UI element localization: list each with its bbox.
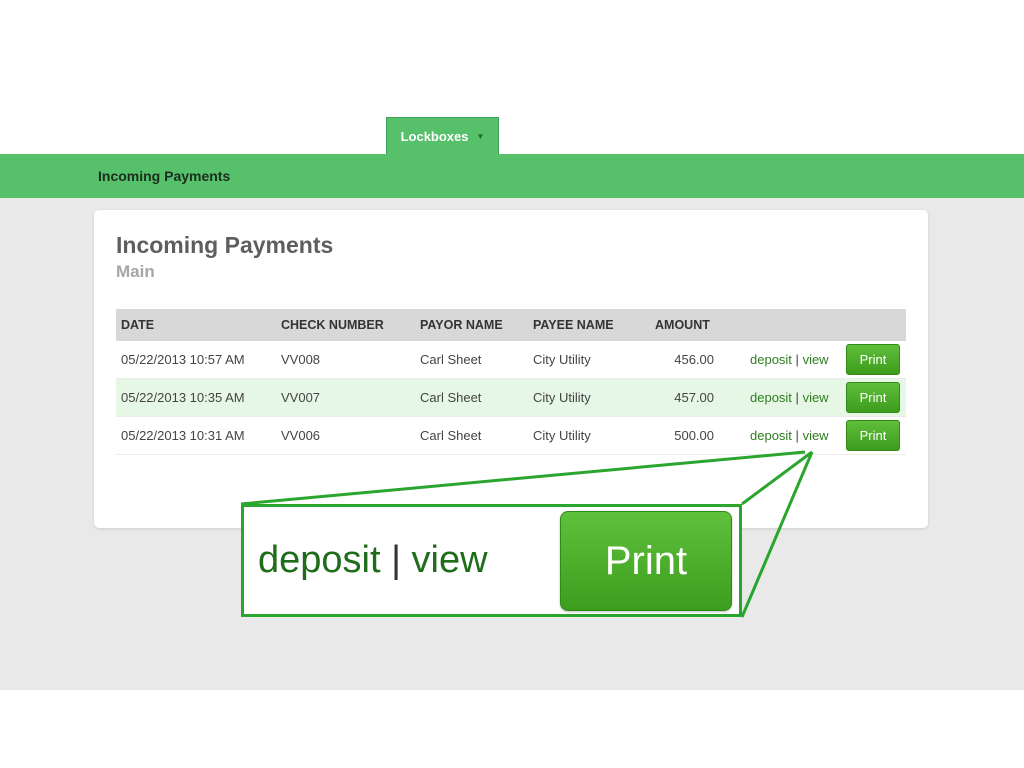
cell-date: 05/22/2013 10:31 AM xyxy=(121,428,245,443)
header-date[interactable]: DATE xyxy=(121,318,154,332)
page-subtitle: Main xyxy=(116,262,155,281)
action-separator: | xyxy=(795,352,799,367)
cell-payee-name: City Utility xyxy=(533,390,591,405)
header-amount[interactable]: AMOUNT xyxy=(655,318,710,332)
action-separator: | xyxy=(795,390,799,405)
zoom-callout: deposit | view Print xyxy=(241,504,742,617)
table-row: 05/22/2013 10:57 AM VV008 Carl Sheet Cit… xyxy=(116,341,906,379)
view-link[interactable]: view xyxy=(803,390,829,405)
bottom-margin xyxy=(0,690,1024,768)
section-title: Incoming Payments xyxy=(98,168,231,184)
lockboxes-tab-label: Lockboxes xyxy=(400,128,469,144)
header-payor-name[interactable]: PAYOR NAME xyxy=(420,318,503,332)
cell-amount: 500.00 xyxy=(674,428,714,443)
action-separator: | xyxy=(795,428,799,443)
callout-view-link: view xyxy=(411,539,488,581)
cell-payee-name: City Utility xyxy=(533,428,591,443)
header-payee-name[interactable]: PAYEE NAME xyxy=(533,318,614,332)
payments-card: Incoming Payments Main DATE CHECK NUMBER… xyxy=(94,210,928,528)
cell-payor-name: Carl Sheet xyxy=(420,428,482,443)
cell-check-number: VV008 xyxy=(281,352,321,367)
lockboxes-tab[interactable]: Lockboxes ▼ xyxy=(386,117,499,154)
screen: Lockboxes ▼ Incoming Payments Incoming P… xyxy=(0,0,1024,768)
row-actions: deposit | view xyxy=(750,428,829,443)
section-header-bar: Incoming Payments xyxy=(0,154,1024,198)
cell-payor-name: Carl Sheet xyxy=(420,390,482,405)
cell-check-number: VV006 xyxy=(281,428,321,443)
row-actions: deposit | view xyxy=(750,352,829,367)
deposit-link[interactable]: deposit xyxy=(750,352,792,367)
view-link[interactable]: view xyxy=(803,428,829,443)
table-header: DATE CHECK NUMBER PAYOR NAME PAYEE NAME … xyxy=(116,309,906,341)
deposit-link[interactable]: deposit xyxy=(750,428,792,443)
view-link[interactable]: view xyxy=(803,352,829,367)
callout-action-links: deposit | view xyxy=(258,539,488,582)
table-row: 05/22/2013 10:35 AM VV007 Carl Sheet Cit… xyxy=(116,379,906,417)
header-check-number[interactable]: CHECK NUMBER xyxy=(281,318,384,332)
callout-print-button: Print xyxy=(560,511,732,611)
deposit-link[interactable]: deposit xyxy=(750,390,792,405)
cell-payor-name: Carl Sheet xyxy=(420,352,482,367)
cell-date: 05/22/2013 10:57 AM xyxy=(121,352,245,367)
callout-deposit-link: deposit xyxy=(258,539,381,581)
cell-amount: 456.00 xyxy=(674,352,714,367)
row-actions: deposit | view xyxy=(750,390,829,405)
payments-table: DATE CHECK NUMBER PAYOR NAME PAYEE NAME … xyxy=(116,309,906,455)
print-button[interactable]: Print xyxy=(846,382,900,413)
cell-check-number: VV007 xyxy=(281,390,321,405)
page-title: Incoming Payments xyxy=(116,232,334,258)
cell-date: 05/22/2013 10:35 AM xyxy=(121,390,245,405)
print-button[interactable]: Print xyxy=(846,344,900,375)
table-row: 05/22/2013 10:31 AM VV006 Carl Sheet Cit… xyxy=(116,417,906,455)
cell-payee-name: City Utility xyxy=(533,352,591,367)
print-button[interactable]: Print xyxy=(846,420,900,451)
dropdown-caret-icon: ▼ xyxy=(476,131,485,141)
cell-amount: 457.00 xyxy=(674,390,714,405)
callout-separator: | xyxy=(391,539,401,581)
